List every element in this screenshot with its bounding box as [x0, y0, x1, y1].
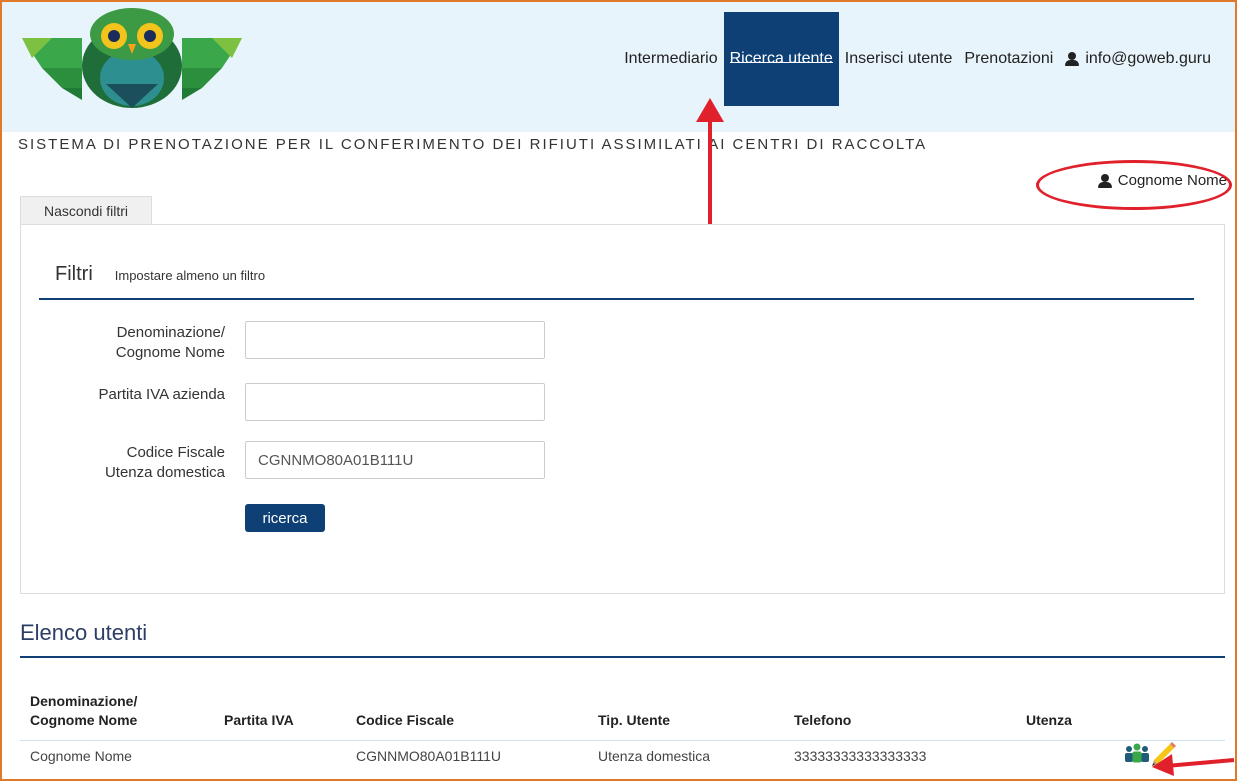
filter-hint: Impostare almeno un filtro [114, 268, 266, 283]
col-header-denominazione[interactable]: Denominazione/ Cognome Nome [30, 692, 137, 730]
col-header-codice-fiscale[interactable]: Codice Fiscale [356, 711, 454, 730]
main-nav: Intermediario Ricerca utente Inserisci u… [618, 12, 1217, 106]
list-divider [20, 656, 1225, 658]
cell-tip-utente: Utenza domestica [598, 748, 711, 764]
denominazione-input[interactable] [245, 321, 545, 359]
users-group-icon[interactable] [1124, 742, 1150, 764]
nav-inserisci-utente[interactable]: Inserisci utente [839, 12, 959, 106]
nav-ricerca-utente[interactable]: Ricerca utente [723, 12, 839, 106]
cell-telefono: 33333333333333333 [794, 748, 927, 764]
partita-iva-input[interactable] [245, 383, 545, 421]
col-header-utenza[interactable]: Utenza [1026, 711, 1072, 730]
header: Intermediario Ricerca utente Inserisci u… [2, 2, 1235, 132]
filter-divider [39, 298, 1194, 300]
annotation-ellipse [1036, 160, 1232, 210]
col-header-tip-utente[interactable]: Tip. Utente [598, 711, 670, 730]
filter-title: Filtri [55, 263, 93, 285]
col-header-telefono[interactable]: Telefono [794, 711, 851, 730]
partita-iva-label: Partita IVA azienda [98, 386, 225, 403]
owl-logo-icon[interactable] [22, 8, 242, 108]
list-title: Elenco utenti [20, 620, 148, 645]
pencil-icon[interactable] [1150, 738, 1178, 766]
cell-codice-fiscale: CGNNMO80A01B111U [356, 748, 501, 764]
nav-prenotazioni[interactable]: Prenotazioni [958, 12, 1059, 106]
user-icon [1065, 52, 1080, 66]
hide-filters-tab[interactable]: Nascondi filtri [20, 196, 152, 224]
nav-account[interactable]: info@goweb.guru [1059, 12, 1217, 106]
filter-panel: Filtri Impostare almeno un filtro Denomi… [20, 224, 1225, 594]
cell-denominazione: Cognome Nome [30, 748, 132, 764]
nav-intermediario[interactable]: Intermediario [618, 12, 723, 106]
codice-fiscale-label: Codice Fiscale Utenza domestica [104, 444, 225, 481]
denominazione-label: Denominazione/ Cognome Nome [115, 324, 225, 361]
col-header-partita-iva[interactable]: Partita IVA [224, 711, 294, 730]
system-title: SISTEMA DI PRENOTAZIONE PER IL CONFERIME… [18, 136, 928, 153]
account-email: info@goweb.guru [1085, 50, 1211, 67]
search-button[interactable]: ricerca [245, 504, 325, 532]
filter-heading: Filtri Impostare almeno un filtro [55, 263, 265, 286]
codice-fiscale-input[interactable] [245, 441, 545, 479]
